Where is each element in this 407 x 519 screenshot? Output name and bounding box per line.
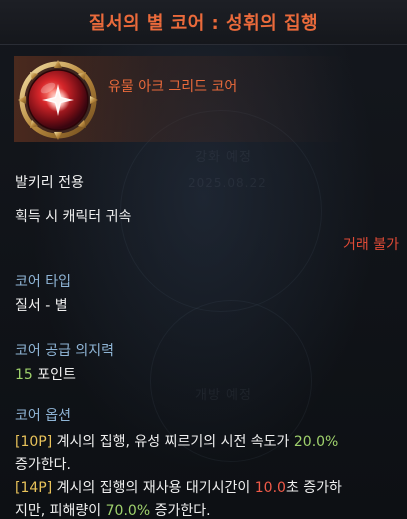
option-value: 10.0 [254,480,286,496]
option-line: [14P] 계시의 집행의 재사용 대기시간이 10.0초 증가하 [15,477,342,497]
watermark-date: 2025.08.22 [188,176,267,190]
core-type-value: 질서 - 별 [15,298,68,314]
option-text: 계시의 집행, 유성 찌르기의 시전 속도가 [52,434,294,450]
tooltip-header: 질서의 별 코어 : 성휘의 집행 [0,0,407,45]
option-line-cont: 지만, 피해량이 70.0% 증가한다. [15,500,211,519]
option-text: 증가한다. [150,503,211,519]
star-core-gem-icon [16,60,100,140]
option-tag: [14P] [15,480,53,496]
core-options-label: 코어 옵션 [15,408,71,424]
supply-unit: 포인트 [32,367,76,383]
option-line-cont: 증가한다. [15,457,71,473]
item-tooltip: 강화 예정 2025.08.22 개방 예정 질서의 별 코어 : 성휘의 집행 [0,0,407,519]
core-type-label: 코어 타입 [15,274,71,290]
option-text: 계시의 집행의 재사용 대기시간이 [52,480,255,496]
option-text: 지만, 피해량이 [15,503,106,519]
class-restriction: 발키리 전용 [15,175,84,191]
trade-status: 거래 불가 [343,237,399,253]
bind-info: 획득 시 캐릭터 귀속 [15,209,132,225]
supply-label: 코어 공급 의지력 [15,343,115,359]
item-grade: 유물 아크 그리드 코어 [108,79,238,95]
option-text: 초 증가하 [285,480,342,496]
item-title: 질서의 별 코어 : 성휘의 집행 [88,13,319,34]
watermark-text: 강화 예정 [195,150,252,165]
option-value: 20.0% [293,434,339,450]
option-value: 70.0% [105,503,151,519]
supply-value: 15 포인트 [15,364,76,384]
supply-amount: 15 [15,367,33,383]
option-line: [10P] 계시의 집행, 유성 찌르기의 시전 속도가 20.0% [15,431,338,451]
option-tag: [10P] [15,434,53,450]
watermark-text: 개방 예정 [195,388,252,403]
